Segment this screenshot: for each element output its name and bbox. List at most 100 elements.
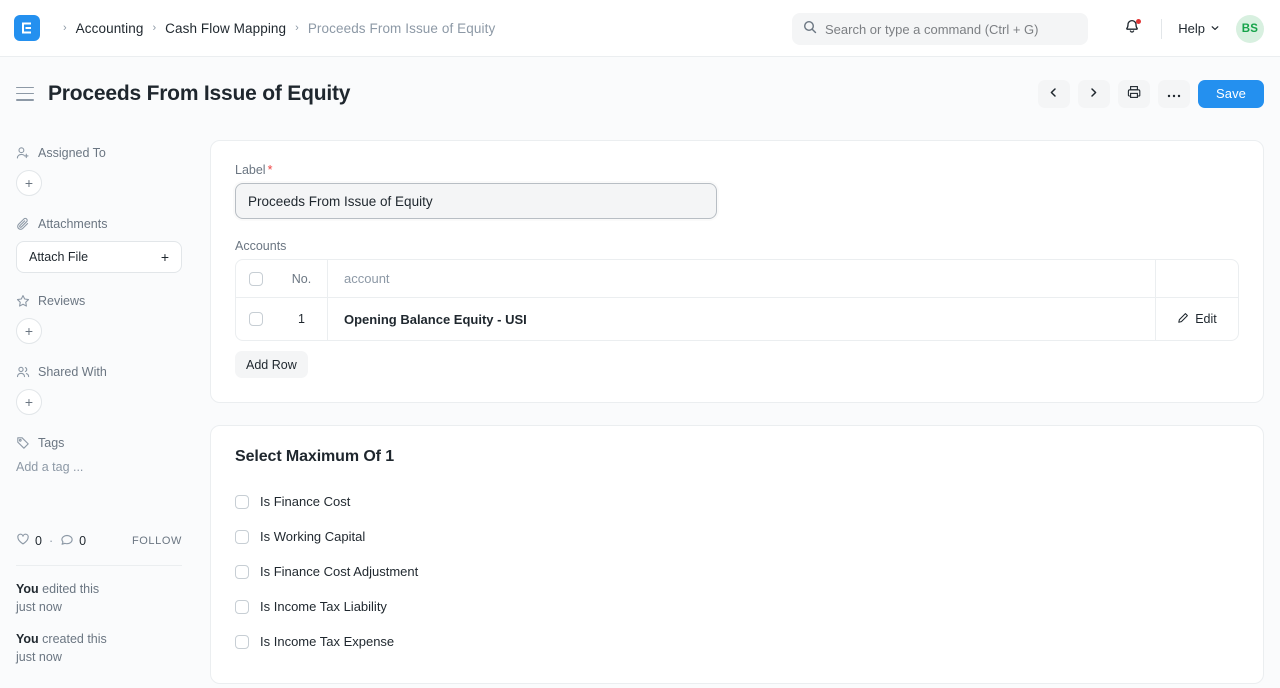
add-review-button[interactable]: + — [16, 318, 42, 344]
navbar: › Accounting › Cash Flow Mapping › Proce… — [0, 0, 1280, 57]
sidebar-section-title: Tags — [38, 436, 64, 450]
add-row-button[interactable]: Add Row — [235, 351, 308, 378]
row-select-checkbox[interactable] — [249, 312, 263, 326]
breadcrumb-item-accounting[interactable]: Accounting — [76, 21, 144, 36]
attachments-header: Attachments — [16, 217, 182, 231]
label-input[interactable] — [235, 183, 717, 219]
is-finance-cost-checkbox[interactable] — [235, 495, 249, 509]
print-button[interactable] — [1118, 80, 1150, 108]
select-all-checkbox[interactable] — [249, 272, 263, 286]
global-search[interactable] — [792, 13, 1088, 45]
row-edit-button[interactable]: Edit — [1156, 298, 1238, 340]
sidebar-section-attachments: Attachments Attach File + — [16, 217, 182, 273]
sidebar-section-assigned-to: Assigned To + — [16, 146, 182, 196]
sidebar-section-reviews: Reviews + — [16, 294, 182, 344]
breadcrumb-separator: › — [54, 23, 76, 34]
grid-header-row: No. account — [236, 260, 1238, 298]
users-icon — [16, 365, 30, 379]
breadcrumb-item-current: Proceeds From Issue of Equity — [308, 21, 495, 36]
prev-document-button[interactable] — [1038, 80, 1070, 108]
is-working-capital-checkbox[interactable] — [235, 530, 249, 544]
like-count: 0 — [35, 534, 42, 548]
shared-with-header: Shared With — [16, 365, 182, 379]
is-finance-cost-adjustment-checkbox[interactable] — [235, 565, 249, 579]
sidebar-divider — [16, 565, 182, 566]
breadcrumb-separator: › — [286, 23, 308, 34]
accounts-grid: No. account 1 Opening Balance Equity - U… — [235, 259, 1239, 341]
navbar-divider — [1161, 19, 1162, 39]
checkbox-row-is-income-tax-liability[interactable]: Is Income Tax Liability — [235, 589, 1239, 624]
body: Assigned To + Attachments Attach File + — [0, 130, 1280, 688]
sidebar-section-shared-with: Shared With + — [16, 365, 182, 415]
is-income-tax-liability-label: Is Income Tax Liability — [260, 599, 387, 614]
help-menu[interactable]: Help — [1176, 17, 1222, 40]
activity-actor: You — [16, 632, 39, 646]
reviews-header: Reviews — [16, 294, 182, 308]
is-income-tax-expense-label: Is Income Tax Expense — [260, 634, 394, 649]
section-title-select-maximum: Select Maximum Of 1 — [235, 448, 1239, 466]
add-assignment-button[interactable]: + — [16, 170, 42, 196]
user-avatar[interactable]: BS — [1236, 15, 1264, 43]
assign-user-icon — [16, 146, 30, 160]
checkbox-row-is-finance-cost-adjustment[interactable]: Is Finance Cost Adjustment — [235, 554, 1239, 589]
save-button[interactable]: Save — [1198, 80, 1264, 108]
assigned-to-header: Assigned To — [16, 146, 182, 160]
main-content: Label* Accounts No. account 1 — [198, 130, 1280, 688]
checkbox-row-is-finance-cost[interactable]: Is Finance Cost — [235, 484, 1239, 519]
column-header-account: account — [328, 260, 1156, 297]
checkbox-row-is-income-tax-expense[interactable]: Is Income Tax Expense — [235, 624, 1239, 659]
pencil-icon — [1177, 312, 1189, 327]
row-edit-label: Edit — [1195, 312, 1217, 326]
activity-item-created: You created this just now — [16, 630, 182, 666]
sidebar-section-title: Shared With — [38, 365, 107, 379]
activity-text: created this — [39, 632, 107, 646]
comment-stat[interactable]: 0 — [60, 532, 86, 549]
is-finance-cost-adjustment-label: Is Finance Cost Adjustment — [260, 564, 418, 579]
page-header: Proceeds From Issue of Equity — [0, 57, 1280, 130]
comment-count: 0 — [79, 534, 86, 548]
attach-file-label: Attach File — [29, 250, 88, 264]
tags-header: Tags — [16, 436, 182, 450]
chevron-down-icon — [1210, 21, 1220, 36]
hamburger-menu-icon[interactable] — [16, 87, 34, 101]
is-income-tax-liability-checkbox[interactable] — [235, 600, 249, 614]
is-working-capital-label: Is Working Capital — [260, 529, 365, 544]
follow-button[interactable]: FOLLOW — [132, 535, 182, 547]
frappe-logo-icon[interactable] — [14, 15, 40, 41]
paperclip-icon — [16, 217, 30, 231]
chevron-left-icon — [1048, 86, 1059, 101]
card-select-maximum: Select Maximum Of 1 Is Finance Cost Is W… — [210, 425, 1264, 684]
heart-icon — [16, 532, 30, 549]
checkbox-row-is-working-capital[interactable]: Is Working Capital — [235, 519, 1239, 554]
like-stat[interactable]: 0 — [16, 532, 42, 549]
next-document-button[interactable] — [1078, 80, 1110, 108]
page-actions: Save — [1038, 80, 1264, 108]
star-icon — [16, 294, 30, 308]
breadcrumb: › Accounting › Cash Flow Mapping › Proce… — [54, 21, 495, 36]
chevron-right-icon — [1088, 86, 1099, 101]
add-tag-input[interactable]: Add a tag ... — [16, 460, 182, 474]
column-header-actions — [1156, 260, 1238, 297]
breadcrumb-separator: › — [143, 23, 165, 34]
sidebar-section-title: Attachments — [38, 217, 107, 231]
required-indicator: * — [266, 163, 273, 177]
notifications-button[interactable] — [1117, 14, 1147, 44]
table-row[interactable]: 1 Opening Balance Equity - USI Edit — [236, 298, 1238, 340]
row-account-value[interactable]: Opening Balance Equity - USI — [328, 298, 1156, 340]
plus-icon: + — [161, 249, 169, 265]
sidebar-section-tags: Tags Add a tag ... — [16, 436, 182, 474]
label-field-label: Label* — [235, 163, 1239, 177]
search-input[interactable] — [825, 22, 1077, 37]
notification-dot — [1136, 19, 1141, 24]
is-income-tax-expense-checkbox[interactable] — [235, 635, 249, 649]
add-share-button[interactable]: + — [16, 389, 42, 415]
navbar-right: Help BS — [1117, 0, 1264, 57]
breadcrumb-item-cash-flow-mapping[interactable]: Cash Flow Mapping — [165, 21, 286, 36]
more-options-button[interactable] — [1158, 80, 1190, 108]
help-label: Help — [1178, 21, 1205, 36]
ellipsis-icon — [1167, 86, 1181, 101]
sidebar-section-title: Reviews — [38, 294, 85, 308]
select-all-cell — [236, 260, 276, 297]
attach-file-button[interactable]: Attach File + — [16, 241, 182, 273]
search-icon — [803, 20, 817, 39]
